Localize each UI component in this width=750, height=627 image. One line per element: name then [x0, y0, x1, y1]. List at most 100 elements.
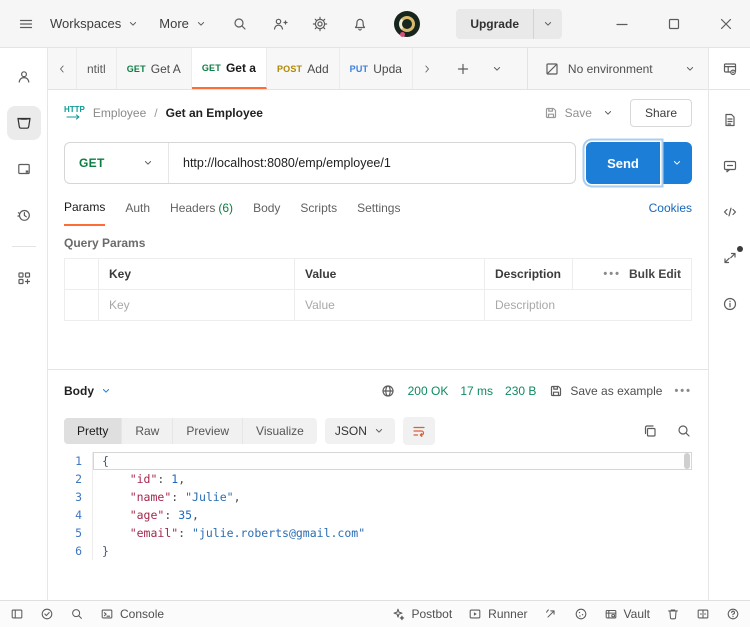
checks-button[interactable] [40, 607, 54, 621]
send-options-button[interactable] [662, 142, 692, 184]
search-button[interactable] [230, 14, 250, 34]
avatar[interactable] [394, 11, 420, 37]
line-number: 5 [64, 524, 92, 542]
tab-auth[interactable]: Auth [125, 190, 150, 226]
response-body-dropdown[interactable]: Body [64, 384, 112, 398]
scroll-tabs-left-button[interactable] [48, 48, 76, 89]
environments-icon [16, 161, 32, 177]
param-value-input[interactable] [305, 298, 474, 312]
view-pretty[interactable]: Pretty [64, 418, 122, 444]
code-line: 1{ [64, 452, 692, 470]
response-pane: Body 200 OK 17 ms 230 B Save as example … [48, 369, 708, 600]
method-selector[interactable]: GET [65, 143, 169, 183]
tab-scripts[interactable]: Scripts [300, 190, 337, 226]
more-menu[interactable]: More [149, 10, 217, 37]
search-response-icon[interactable] [676, 423, 692, 439]
select-all-cell[interactable] [65, 259, 99, 289]
trash-button[interactable] [666, 607, 680, 621]
send-split-button: Send [586, 142, 692, 184]
view-raw[interactable]: Raw [122, 418, 173, 444]
settings-button[interactable] [310, 14, 330, 34]
environment-quick-look-button[interactable] [722, 61, 738, 77]
cookies-link[interactable]: Cookies [649, 201, 692, 215]
capture-requests-button[interactable] [544, 607, 558, 621]
vault-button[interactable]: Vault [604, 607, 650, 621]
save-button[interactable]: Save [541, 101, 594, 125]
request-tab-get-an-employee[interactable]: GET Get a [192, 48, 267, 89]
tab-options-button[interactable] [483, 63, 511, 75]
share-button[interactable]: Share [630, 99, 692, 127]
cookies-button[interactable] [574, 607, 588, 621]
chevron-down-icon [373, 425, 385, 437]
console-button[interactable]: Console [100, 607, 164, 621]
tab-params[interactable]: Params [64, 190, 105, 226]
no-environment-icon [544, 61, 560, 77]
postbot-button[interactable]: Postbot [391, 607, 452, 621]
format-dropdown[interactable]: JSON [325, 418, 395, 444]
hamburger-menu-icon[interactable] [12, 10, 40, 38]
sidebar-item-new-block[interactable] [7, 261, 41, 295]
request-tab-add[interactable]: POST Add [267, 48, 340, 89]
toggle-sidebar-button[interactable] [10, 607, 24, 621]
breadcrumb-collection[interactable]: Employee [93, 106, 146, 120]
invite-button[interactable] [270, 14, 290, 34]
sidebar-item-environments[interactable] [7, 152, 41, 186]
wrap-lines-button[interactable] [403, 417, 435, 445]
save-as-example-button[interactable]: Save as example [548, 383, 662, 399]
chevron-down-icon [542, 18, 554, 30]
workspaces-menu[interactable]: Workspaces [40, 10, 149, 37]
notification-dot [737, 246, 743, 252]
code-text: "name": "Julie", [92, 488, 692, 506]
request-tab-get-a[interactable]: GET Get A [117, 48, 192, 89]
param-key-input[interactable] [109, 298, 284, 312]
find-button[interactable] [70, 607, 84, 621]
response-body-editor[interactable]: 1{2 "id": 1,3 "name": "Julie",4 "age": 3… [64, 452, 692, 560]
copy-icon[interactable] [642, 423, 658, 439]
left-sidebar [0, 48, 48, 600]
bulk-edit-button[interactable]: ••• Bulk Edit [573, 259, 691, 289]
upgrade-button[interactable]: Upgrade [456, 9, 533, 39]
related-requests-button[interactable] [722, 250, 738, 266]
tab-body[interactable]: Body [253, 190, 280, 226]
code-text: "email": "julie.roberts@gmail.com" [92, 524, 692, 542]
tab-headers[interactable]: Headers (6) [170, 190, 233, 226]
request-tab-untitled[interactable]: ntitl [76, 48, 117, 89]
view-preview[interactable]: Preview [173, 418, 243, 444]
sidebar-item-collections[interactable] [7, 106, 41, 140]
info-button[interactable] [722, 296, 738, 312]
code-snippet-button[interactable] [722, 204, 738, 220]
window-maximize-button[interactable] [662, 12, 686, 36]
save-options-chevron-icon[interactable] [602, 107, 614, 119]
network-globe-icon[interactable] [380, 383, 396, 399]
send-button[interactable]: Send [586, 142, 660, 184]
scrollbar-thumb[interactable] [684, 453, 690, 469]
new-tab-button[interactable] [447, 61, 479, 77]
window-close-button[interactable] [714, 12, 738, 36]
row-select-cell[interactable] [65, 290, 99, 320]
comments-button[interactable] [722, 158, 738, 174]
notifications-button[interactable] [350, 14, 370, 34]
window-minimize-button[interactable] [610, 12, 634, 36]
save-as-example-label: Save as example [570, 384, 662, 398]
scroll-tabs-right-button[interactable] [413, 48, 441, 89]
help-button[interactable] [726, 607, 740, 621]
runner-button[interactable]: Runner [468, 607, 527, 621]
sidebar-item-history[interactable] [7, 198, 41, 232]
response-more-options-button[interactable]: ••• [674, 385, 692, 397]
documentation-button[interactable] [722, 112, 738, 128]
split-pane-button[interactable] [696, 607, 710, 621]
sidebar-item-profile[interactable] [7, 60, 41, 94]
response-toolbar: Pretty Raw Preview Visualize JSON [48, 412, 708, 450]
request-tab-update[interactable]: PUT Upda [340, 48, 413, 89]
breadcrumb-request-name[interactable]: Get an Employee [166, 106, 263, 120]
more-options-icon: ••• [603, 268, 621, 280]
chevron-right-icon [421, 63, 433, 75]
param-description-input[interactable] [495, 298, 563, 312]
upgrade-dropdown[interactable] [533, 9, 562, 39]
info-icon [722, 296, 738, 312]
tab-settings[interactable]: Settings [357, 190, 400, 226]
environment-selector[interactable]: No environment [527, 48, 708, 89]
url-input[interactable] [169, 143, 575, 183]
view-visualize[interactable]: Visualize [243, 418, 317, 444]
response-view-switcher: Pretty Raw Preview Visualize [64, 418, 317, 444]
